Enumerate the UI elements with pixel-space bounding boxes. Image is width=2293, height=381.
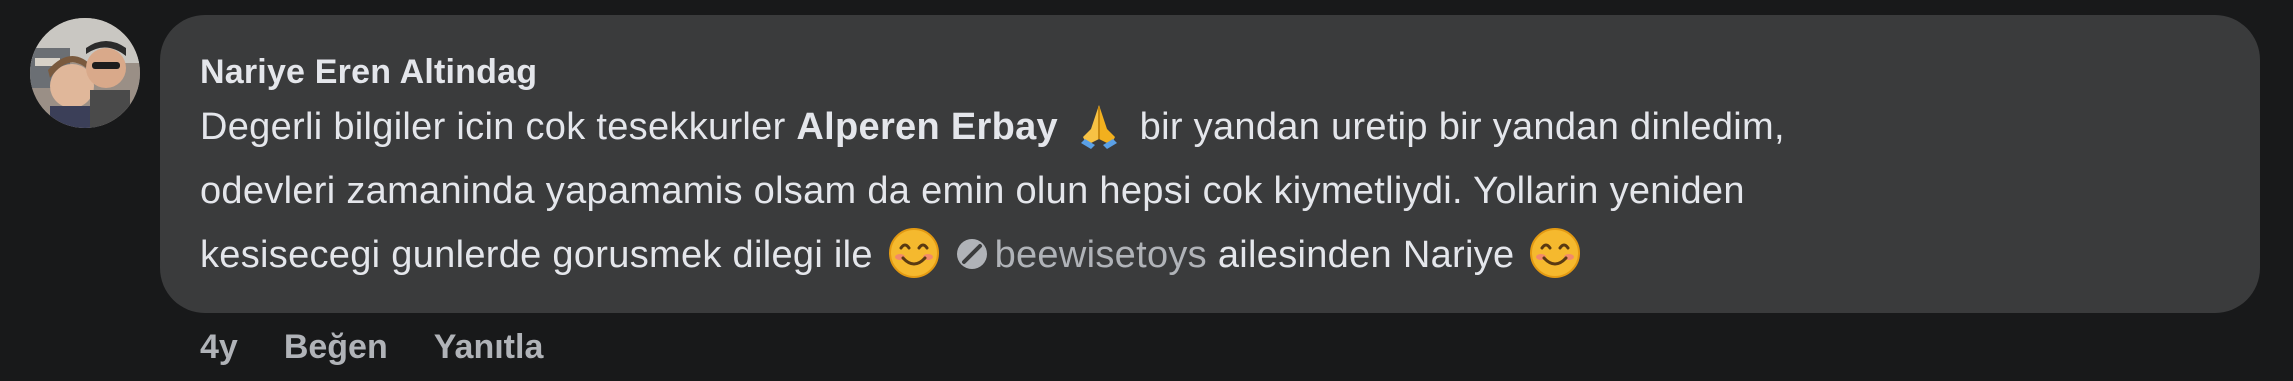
comment-line-3: kesisecegi gunlerde gorusmek dilegi ile … [200, 223, 2220, 287]
comment-timestamp[interactable]: 4y [200, 323, 238, 371]
folded-hands-emoji-icon [1080, 105, 1117, 149]
reply-button[interactable]: Yanıtla [434, 323, 544, 371]
blocked-page-icon [956, 239, 987, 269]
comment-text-part: Degerli bilgiler icin cok tesekkurler [200, 106, 797, 148]
mention-link[interactable]: Alperen Erbay [796, 106, 1058, 148]
comment-text-part: kesisecegi gunlerde gorusmek dilegi ile [200, 234, 884, 276]
comment-line-1: Degerli bilgiler icin cok tesekkurler Al… [200, 95, 2220, 159]
comment-bubble: Nariye Eren Altindag Degerli bilgiler ic… [160, 15, 2260, 313]
like-button[interactable]: Beğen [284, 323, 388, 371]
comment-actions: 4y Beğen Yanıtla [200, 323, 543, 371]
smiling-face-emoji-icon [1530, 228, 1581, 278]
avatar-photo-icon [30, 18, 140, 128]
comment-author[interactable]: Nariye Eren Altindag [200, 51, 537, 93]
comment-text-part: ailesinden Nariye [1206, 234, 1526, 276]
comment-text-part: bir yandan uretip bir yandan dinledim, [1128, 106, 1785, 148]
page-tag-link[interactable]: beewisetoys [995, 234, 1207, 276]
smiling-face-emoji-icon [888, 228, 939, 278]
comment-thread: Nariye Eren Altindag Degerli bilgiler ic… [0, 0, 2293, 381]
avatar[interactable] [30, 18, 140, 128]
comment-text: Degerli bilgiler icin cok tesekkurler Al… [200, 95, 2220, 287]
comment-line-2: odevleri zamaninda yapamamis olsam da em… [200, 170, 1745, 212]
